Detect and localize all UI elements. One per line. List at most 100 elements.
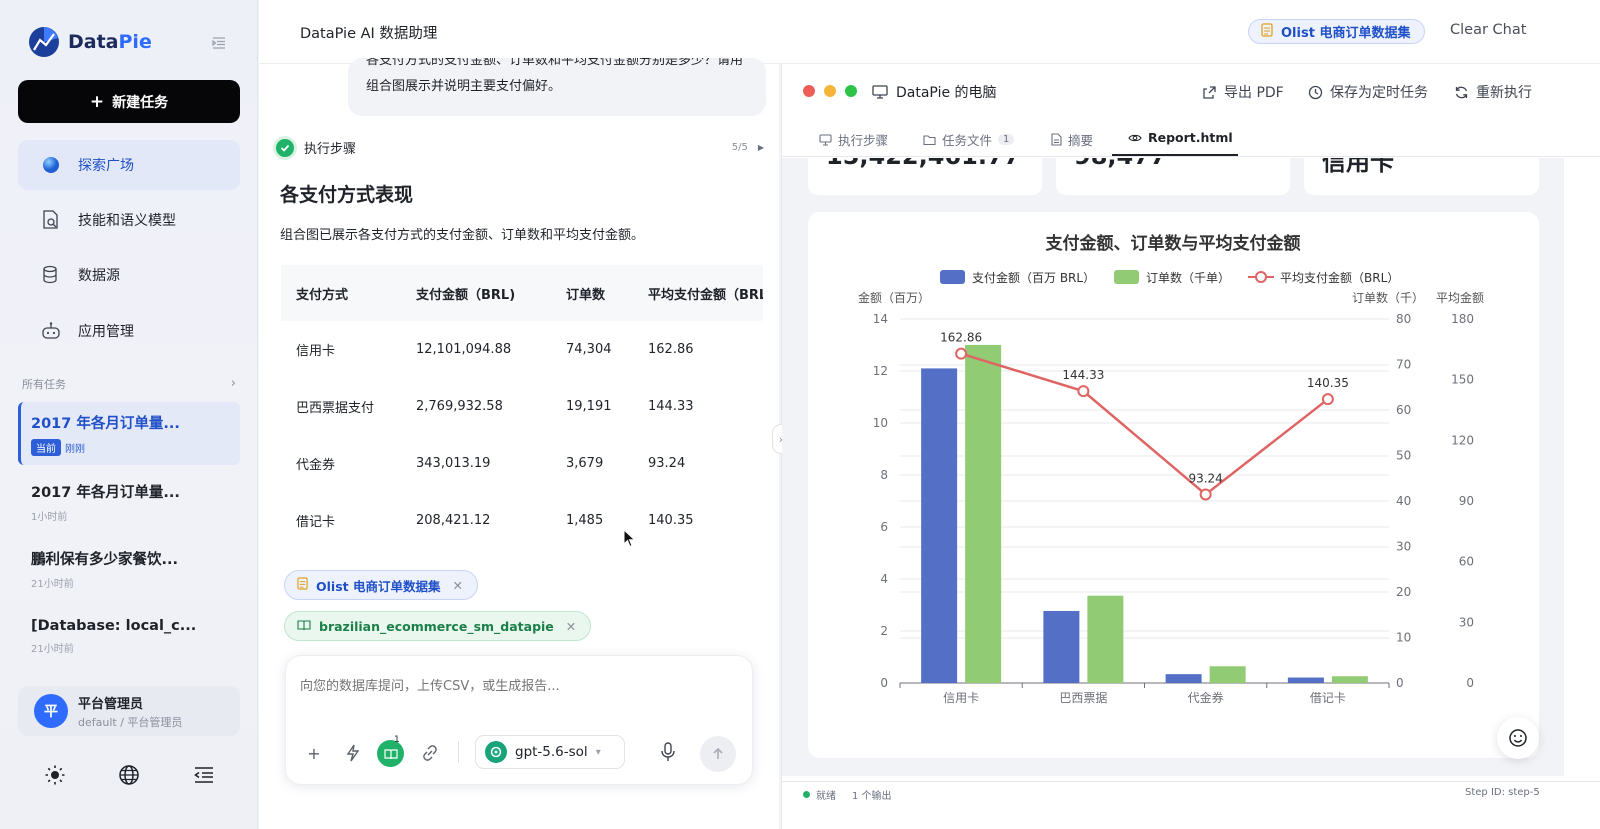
nav-datasource[interactable]: 数据源 xyxy=(18,250,240,300)
collapse-sidebar-icon[interactable] xyxy=(212,37,226,49)
chart-title: 支付金额、订单数与平均支付金额 xyxy=(1046,233,1301,254)
bar-orders xyxy=(1087,595,1124,683)
menu-collapse-icon[interactable] xyxy=(193,764,215,786)
new-task-label: 新建任务 xyxy=(112,94,169,111)
window-maximize-dot[interactable] xyxy=(845,85,857,97)
send-button[interactable] xyxy=(700,736,736,772)
task-time: 1小时前 xyxy=(31,512,68,523)
axis-label-right2: 平均金额 xyxy=(1436,290,1484,305)
computer-title: DataPie 的电脑 xyxy=(872,82,997,102)
rerun-button[interactable]: 重新执行 xyxy=(1454,82,1532,102)
table-cell: 1,485 xyxy=(566,513,604,528)
execution-steps-row[interactable]: 执行步骤 5/5 ▶ xyxy=(276,138,764,157)
logo[interactable]: DataPie xyxy=(28,26,152,58)
y-tick-right1: 10 xyxy=(1396,631,1411,645)
user-card[interactable]: 平 平台管理员 default / 平台管理员 xyxy=(18,686,240,736)
task-item-current[interactable]: 2017 年各月订单量... 当前 刚刚 xyxy=(18,402,240,465)
user-name: 平台管理员 xyxy=(78,696,144,712)
line-avg-payment xyxy=(960,352,1329,497)
close-icon[interactable]: ✕ xyxy=(566,619,576,634)
tab-steps[interactable]: 执行步骤 xyxy=(819,130,888,149)
chevron-down-icon: ▾ xyxy=(595,746,601,758)
y-tick-right1: 20 xyxy=(1396,585,1411,599)
feedback-button[interactable] xyxy=(1497,717,1539,759)
nav-skills[interactable]: 技能和语义模型 xyxy=(18,195,240,245)
add-attachment-icon[interactable]: + xyxy=(301,740,327,766)
x-tick-label: 信用卡 xyxy=(943,691,979,705)
chevron-right-icon: › xyxy=(230,376,236,391)
task-item[interactable]: [Database: local_c... 21小时前 xyxy=(18,608,240,671)
window-close-dot[interactable] xyxy=(803,85,815,97)
combo-chart: 支付金额、订单数与平均支付金额支付金额（百万 BRL） 订单数（千单） 平均支付金额… xyxy=(858,233,1484,705)
y-tick-left: 12 xyxy=(873,364,888,378)
column-header: 平均支付金额（BRL) xyxy=(633,265,763,321)
tab-files[interactable]: 任务文件 1 xyxy=(923,130,1015,149)
nav-label: 数据源 xyxy=(78,268,120,284)
task-item[interactable]: 2017 年各月订单量... 1小时前 xyxy=(18,471,240,534)
new-task-button[interactable]: + 新建任务 xyxy=(18,80,240,123)
tab-label: 执行步骤 xyxy=(838,133,889,148)
export-pdf-button[interactable]: 导出 PDF xyxy=(1202,82,1284,102)
nav-apps[interactable]: 应用管理 xyxy=(18,306,240,356)
legend-swatch xyxy=(1114,270,1139,284)
table-cell: 343,013.19 xyxy=(416,456,491,471)
line-point xyxy=(1321,393,1334,406)
bar-amount xyxy=(1165,674,1202,683)
window-controls xyxy=(803,85,857,97)
legend-label: 支付金额（百万 BRL） xyxy=(972,270,1095,285)
line-point xyxy=(1199,488,1212,501)
y-tick-right1: 30 xyxy=(1396,540,1411,554)
microphone-icon[interactable] xyxy=(658,741,678,763)
clock-icon xyxy=(1308,85,1323,99)
datapie-logo-icon xyxy=(29,27,59,57)
data-label: 144.33 xyxy=(1062,368,1104,382)
clear-chat-button[interactable]: Clear Chat xyxy=(1450,22,1526,38)
sun-icon[interactable] xyxy=(44,764,66,786)
payment-table: 支付方式 支付金额（BRL) 订单数 平均支付金额（BRL) 信用卡 12,10… xyxy=(281,265,763,548)
folder-icon xyxy=(923,134,936,145)
x-tick-label: 巴西票据 xyxy=(1059,691,1107,705)
logo-text-data: Data xyxy=(68,31,119,53)
tab-summary[interactable]: 摘要 xyxy=(1051,130,1093,149)
globe-sphere-icon xyxy=(40,154,62,176)
document-icon xyxy=(1051,133,1062,146)
language-globe-icon[interactable] xyxy=(118,764,140,786)
chat-input[interactable] xyxy=(300,672,740,700)
skills-book-icon[interactable] xyxy=(377,740,404,767)
task-item[interactable]: 鵬利保有多少家餐饮... 21小时前 xyxy=(18,538,240,601)
lightning-icon[interactable] xyxy=(340,740,366,766)
steps-count: 5/5 xyxy=(731,142,748,153)
nav-explore[interactable]: 探索广场 xyxy=(18,140,240,190)
dataset-icon xyxy=(297,577,308,593)
all-tasks-header[interactable]: 所有任务 › xyxy=(22,376,236,392)
mouse-cursor-icon xyxy=(623,529,636,548)
tab-report[interactable]: Report.html xyxy=(1128,130,1233,145)
status-ready: 就绪 xyxy=(803,787,836,802)
save-schedule-button[interactable]: 保存为定时任务 xyxy=(1308,82,1428,102)
dataset-pill-label: Olist 电商订单数据集 xyxy=(1281,26,1411,41)
steps-label: 执行步骤 xyxy=(304,142,357,157)
dataset-pill[interactable]: Olist 电商订单数据集 xyxy=(1248,19,1426,44)
window-minimize-dot[interactable] xyxy=(824,85,836,97)
y-tick-right1: 50 xyxy=(1396,449,1411,463)
table-cell: 19,191 xyxy=(566,399,612,414)
dataset-chip[interactable]: Olist 电商订单数据集 ✕ xyxy=(284,570,478,600)
table-header-row: 支付方式 支付金额（BRL) 订单数 平均支付金额（BRL) xyxy=(281,265,763,321)
bar-amount xyxy=(921,368,958,683)
y-tick-right2: 150 xyxy=(1451,373,1474,387)
table-row: 信用卡 12,101,094.88 74,304 162.86 xyxy=(281,321,763,378)
table-chip-label: brazilian_ecommerce_sm_datapie xyxy=(319,618,554,634)
table-cell: 74,304 xyxy=(566,342,612,357)
close-icon[interactable]: ✕ xyxy=(452,578,462,593)
table-cell: 借记卡 xyxy=(296,515,336,530)
link-icon[interactable] xyxy=(417,740,443,766)
refresh-icon xyxy=(1455,86,1468,98)
task-time: 21小时前 xyxy=(31,644,74,655)
database-icon xyxy=(40,264,62,286)
model-selector[interactable]: gpt-5.6-sol ▾ xyxy=(475,735,625,769)
legend-swatch xyxy=(940,270,965,284)
task-time: 21小时前 xyxy=(31,579,74,590)
table-chip[interactable]: brazilian_ecommerce_sm_datapie ✕ xyxy=(284,611,592,641)
monitor-icon xyxy=(819,133,832,146)
table-cell: 140.35 xyxy=(648,513,694,528)
